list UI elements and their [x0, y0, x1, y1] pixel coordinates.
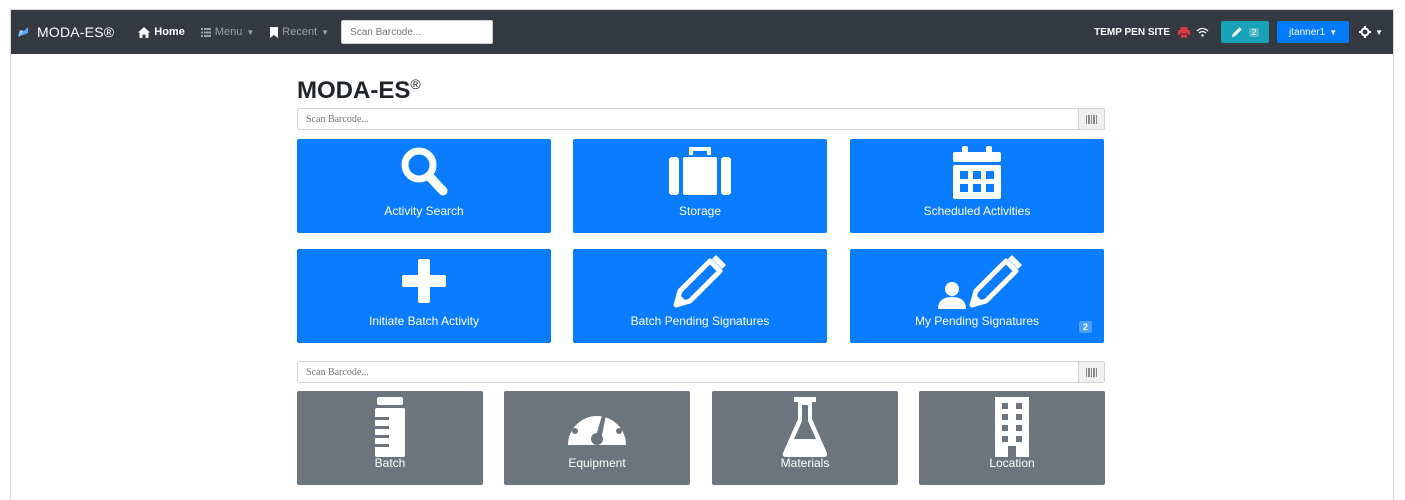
registered-mark: ®	[410, 76, 421, 92]
tile-label: Storage	[678, 204, 722, 218]
tile-label: Equipment	[568, 456, 626, 470]
wifi-icon[interactable]	[1196, 27, 1209, 37]
brand-name: MODA-ES®	[37, 24, 115, 40]
nav-menu-label: Menu	[214, 26, 243, 38]
caret-down-icon: ▼	[246, 27, 255, 37]
suitcase-icon	[669, 147, 731, 195]
bookmark-icon	[270, 26, 279, 38]
jar-icon	[375, 397, 405, 457]
site-name: TEMP PEN SITE	[1094, 26, 1171, 38]
app-window: MODA-ES® Home Menu ▼ Recent ▼ TEMP PEN S…	[10, 9, 1394, 500]
flask-icon	[782, 397, 828, 457]
navbar-scan-input[interactable]	[341, 20, 494, 44]
tile-my-pending-signatures[interactable]: My Pending Signatures 2	[850, 249, 1104, 343]
tile-label: Initiate Batch Activity	[368, 314, 480, 328]
gauge-icon	[568, 404, 626, 445]
tile-initiate-batch-activity[interactable]: Initiate Batch Activity	[297, 249, 551, 343]
pencil-icon	[673, 255, 726, 308]
tile-batch[interactable]: Batch	[297, 391, 483, 485]
barcode-scan-button[interactable]	[1078, 362, 1104, 382]
tile-scheduled-activities[interactable]: Scheduled Activities	[850, 139, 1104, 233]
gear-icon	[1359, 26, 1372, 38]
user-pencil-icon	[938, 255, 1022, 309]
user-name: jtanner1	[1289, 26, 1326, 38]
search-icon	[401, 147, 448, 196]
tile-location[interactable]: Location	[919, 391, 1105, 485]
home-icon	[138, 26, 151, 38]
nav-recent-label: Recent	[282, 26, 318, 38]
caret-down-icon: ▼	[321, 27, 330, 37]
tile-label: Activity Search	[384, 204, 464, 218]
scan-barcode-bottom	[297, 361, 1105, 383]
tile-storage[interactable]: Storage	[573, 139, 827, 233]
brand[interactable]: MODA-ES®	[17, 24, 114, 40]
caret-down-icon: ▼	[1375, 27, 1383, 37]
navbar-right: TEMP PEN SITE 2 jtanner1 ▼ ▼	[1094, 21, 1383, 43]
tile-activity-search[interactable]: Activity Search	[297, 139, 551, 233]
nav-home[interactable]: Home	[138, 26, 185, 38]
page-title-text: MODA-ES	[297, 77, 411, 104]
list-icon	[200, 27, 211, 37]
top-navbar: MODA-ES® Home Menu ▼ Recent ▼ TEMP PEN S…	[11, 10, 1393, 54]
calendar-icon	[953, 146, 1001, 199]
nav-recent[interactable]: Recent ▼	[270, 26, 329, 38]
tile-equipment[interactable]: Equipment	[504, 391, 690, 485]
plus-icon	[402, 259, 446, 303]
barcode-icon	[1085, 367, 1097, 377]
pending-count-badge: 2	[1078, 321, 1092, 333]
tile-label: Location	[989, 456, 1035, 470]
scan-barcode-top	[297, 108, 1105, 130]
caret-down-icon: ▼	[1329, 27, 1338, 37]
tile-label: My Pending Signatures	[914, 314, 1040, 328]
tile-batch-pending-signatures[interactable]: Batch Pending Signatures	[573, 249, 827, 343]
settings-menu[interactable]: ▼	[1359, 26, 1383, 38]
printer-icon[interactable]	[1178, 26, 1191, 38]
pen-count-badge: 2	[1248, 27, 1260, 37]
page-title: MODA-ES®	[297, 76, 421, 105]
nav-home-label: Home	[154, 26, 185, 38]
building-icon	[995, 397, 1029, 457]
brand-logo-icon	[18, 27, 28, 37]
user-menu-button[interactable]: jtanner1 ▼	[1277, 21, 1350, 43]
tile-materials[interactable]: Materials	[712, 391, 898, 485]
barcode-scan-button[interactable]	[1078, 109, 1104, 129]
tile-label: Batch	[374, 456, 406, 470]
tile-label: Batch Pending Signatures	[630, 314, 770, 328]
tile-label: Materials	[780, 456, 830, 470]
pencil-icon	[1231, 27, 1242, 37]
tile-label: Scheduled Activities	[923, 204, 1031, 218]
pending-signatures-button[interactable]: 2	[1221, 21, 1270, 43]
nav-menu[interactable]: Menu ▼	[200, 26, 255, 38]
scan-barcode-input[interactable]	[298, 113, 1078, 125]
barcode-icon	[1085, 114, 1097, 124]
scan-barcode-input[interactable]	[298, 366, 1078, 378]
